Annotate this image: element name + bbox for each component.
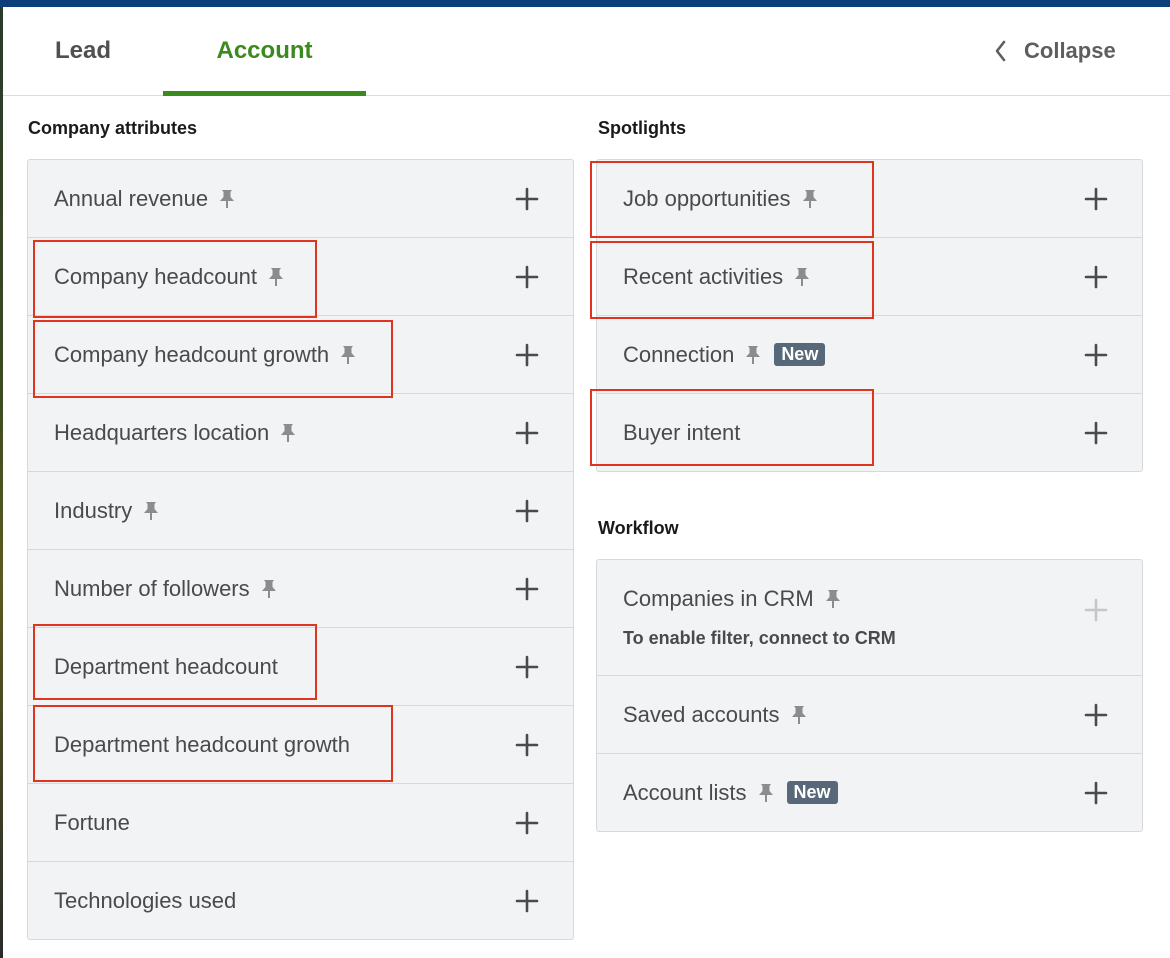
pin-icon[interactable]	[801, 189, 819, 209]
chevron-left-icon	[995, 40, 1006, 62]
plus-icon[interactable]	[515, 577, 539, 601]
filter-row-annual-revenue[interactable]: Annual revenue	[28, 160, 573, 238]
filter-row-department-headcount[interactable]: Department headcount	[28, 628, 573, 706]
plus-icon[interactable]	[515, 343, 539, 367]
tab-lead[interactable]: Lead	[33, 7, 133, 95]
filter-row-number-of-followers[interactable]: Number of followers	[28, 550, 573, 628]
filter-row-line: Industry	[28, 498, 160, 524]
new-badge: New	[786, 781, 838, 804]
filter-row-department-headcount-growth[interactable]: Department headcount growth	[28, 706, 573, 784]
filter-row-job-opportunities[interactable]: Job opportunities	[597, 160, 1142, 238]
plus-icon[interactable]	[515, 889, 539, 913]
plus-icon[interactable]	[515, 421, 539, 445]
filter-row-line: Technologies used	[28, 888, 236, 914]
filter-row-line: Job opportunities	[597, 186, 819, 212]
pin-icon[interactable]	[279, 423, 297, 443]
filter-row-line: Recent activities	[597, 264, 811, 290]
filter-row-line: Annual revenue	[28, 186, 236, 212]
company-attributes-panel: Annual revenue Company headcount Company h…	[27, 159, 574, 940]
crm-connect-note: To enable filter, connect to CRM	[623, 628, 896, 648]
filter-row-buyer-intent[interactable]: Buyer intent	[597, 394, 1142, 471]
plus-icon[interactable]	[515, 265, 539, 289]
filter-label: Annual revenue	[54, 185, 209, 211]
plus-icon[interactable]	[1084, 343, 1108, 367]
plus-icon[interactable]	[515, 733, 539, 757]
filter-row-line: Department headcount growth	[28, 732, 350, 758]
filter-label: Number of followers	[54, 575, 250, 601]
filter-row-connection[interactable]: Connection New	[597, 316, 1142, 394]
collapse-button[interactable]: Collapse	[988, 31, 1116, 71]
filter-row-technologies-used[interactable]: Technologies used	[28, 862, 573, 939]
pin-icon[interactable]	[744, 345, 762, 365]
pin-icon[interactable]	[260, 579, 278, 599]
pin-icon[interactable]	[218, 189, 236, 209]
filter-label: Companies in CRM	[623, 586, 814, 611]
pin-icon[interactable]	[339, 345, 357, 365]
plus-icon[interactable]	[1084, 703, 1108, 727]
plus-icon[interactable]	[1084, 781, 1108, 805]
filter-row-line: Account lists New	[597, 780, 838, 806]
filter-label: Fortune	[54, 809, 130, 835]
pin-icon[interactable]	[790, 705, 808, 725]
pin-icon[interactable]	[142, 501, 160, 521]
filter-row-line: Saved accounts	[597, 702, 808, 728]
company-attributes-heading: Company attributes	[28, 118, 198, 138]
pin-icon[interactable]	[824, 589, 842, 609]
filter-label: Connection	[623, 341, 735, 367]
filter-row-recent-activities[interactable]: Recent activities	[597, 238, 1142, 316]
filter-label: Buyer intent	[623, 419, 741, 445]
filter-row-line: Fortune	[28, 810, 130, 836]
workflow-heading: Workflow	[598, 518, 679, 538]
plus-icon[interactable]	[1084, 265, 1108, 289]
new-badge: New	[774, 343, 826, 366]
plus-icon[interactable]	[515, 655, 539, 679]
pin-icon[interactable]	[267, 267, 285, 287]
tab-account[interactable]: Account	[163, 7, 366, 96]
plus-icon[interactable]	[1084, 598, 1108, 622]
filter-row-companies-in-crm[interactable]: Companies in CRM To enable filter, connec…	[597, 560, 1142, 676]
filter-row-industry[interactable]: Industry	[28, 472, 573, 550]
filter-row-line: Company headcount	[28, 264, 285, 290]
filter-label: Job opportunities	[623, 185, 791, 211]
filter-row-saved-accounts[interactable]: Saved accounts	[597, 676, 1142, 754]
filter-row-line: Buyer intent	[597, 420, 740, 446]
pin-icon[interactable]	[757, 783, 775, 803]
filter-row-line: Connection New	[597, 341, 826, 368]
plus-icon[interactable]	[1084, 421, 1108, 445]
filter-label: Headquarters location	[54, 419, 270, 445]
filter-label: Industry	[54, 497, 133, 523]
filter-row-company-headcount-growth[interactable]: Company headcount growth	[28, 316, 573, 394]
filter-row-line: Headquarters location	[28, 420, 297, 446]
filter-label: Account lists	[623, 779, 747, 805]
filter-row-account-lists[interactable]: Account lists New	[597, 754, 1142, 831]
filter-label: Company headcount growth	[54, 341, 330, 367]
filter-row-company-headcount[interactable]: Company headcount	[28, 238, 573, 316]
plus-icon[interactable]	[1084, 187, 1108, 211]
tab-bar: Lead Account Collapse	[3, 7, 1170, 96]
filter-label: Department headcount	[54, 653, 278, 679]
filter-label: Company headcount	[54, 263, 258, 289]
plus-icon[interactable]	[515, 187, 539, 211]
filter-row-line: Department headcount	[28, 654, 278, 680]
filter-row-line: Company headcount growth	[28, 342, 357, 368]
workflow-panel: Companies in CRM To enable filter, connec…	[596, 559, 1143, 832]
background-edge	[0, 7, 3, 958]
filter-row-line: Companies in CRM	[597, 586, 842, 612]
filter-label: Saved accounts	[623, 701, 780, 727]
filter-row-line: Number of followers	[28, 576, 278, 602]
spotlights-panel: Job opportunities Recent activities Connec…	[596, 159, 1143, 472]
plus-icon[interactable]	[515, 811, 539, 835]
pin-icon[interactable]	[793, 267, 811, 287]
plus-icon[interactable]	[515, 499, 539, 523]
filter-label: Technologies used	[54, 887, 237, 913]
top-bar	[0, 0, 1170, 7]
collapse-label: Collapse	[1024, 38, 1116, 63]
filter-row-fortune[interactable]: Fortune	[28, 784, 573, 862]
spotlights-heading: Spotlights	[598, 118, 686, 138]
filter-row-headquarters-location[interactable]: Headquarters location	[28, 394, 573, 472]
filter-label: Recent activities	[623, 263, 784, 289]
filter-label: Department headcount growth	[54, 731, 350, 757]
